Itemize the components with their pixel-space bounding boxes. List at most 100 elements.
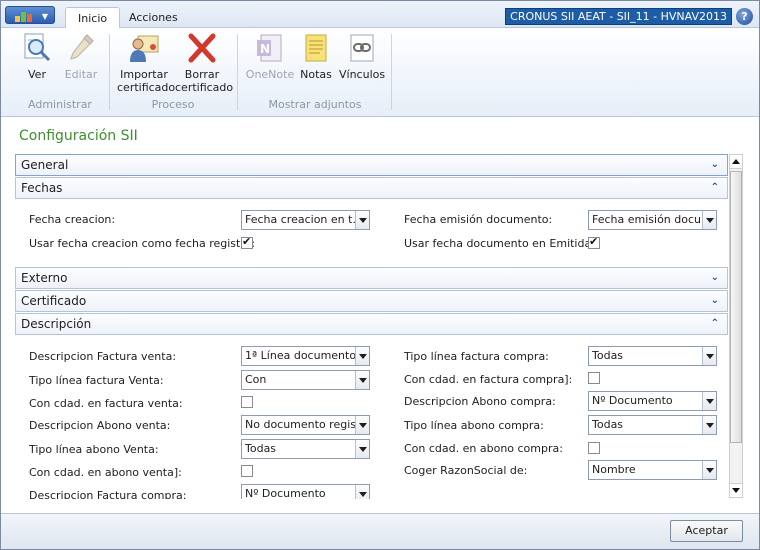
fecha-emision-label: Fecha emisión documento:	[404, 213, 553, 226]
dropdown-arrow-icon[interactable]	[702, 211, 716, 229]
fasttab-certificado[interactable]: Certificado ⌄	[15, 290, 728, 312]
descripcion-abono-venta-label: Descripcion Abono venta:	[29, 419, 171, 432]
descripcion-abono-compra-dropdown[interactable]: Nº Documento	[588, 391, 717, 411]
scroll-up-icon[interactable]	[730, 155, 742, 169]
dropdown-arrow-icon[interactable]	[702, 461, 716, 479]
configuracion-sii-window: ▼ Inicio Acciones CRONUS SII AEAT - SII_…	[0, 0, 760, 550]
notes-icon	[300, 32, 332, 64]
usar-fecha-documento-label: Usar fecha documento en Emitidas:	[404, 237, 601, 250]
descripcion-factura-venta-value: 1ª Línea documento	[245, 349, 357, 362]
links-icon	[346, 32, 378, 64]
usar-fecha-creacion-label: Usar fecha creacion como fecha registro:	[29, 237, 256, 250]
tipo-linea-factura-compra-value: Todas	[592, 349, 624, 362]
onenote-button[interactable]: N OneNote	[245, 32, 295, 81]
chevron-down-icon: ⌄	[710, 159, 719, 170]
con-cdad-abono-venta-label: Con cdad. en abono venta]:	[29, 466, 182, 479]
notas-button[interactable]: Notas	[299, 32, 333, 81]
chevron-down-icon: ▼	[41, 12, 48, 21]
importar-certificado-label: Importar certificado	[117, 68, 176, 94]
con-cdad-factura-venta-checkbox[interactable]	[241, 396, 253, 408]
page-title: Configuración SII	[19, 128, 138, 144]
editar-button[interactable]: Editar	[61, 32, 101, 81]
fasttab-descripcion[interactable]: Descripción ⌃	[15, 313, 728, 335]
chevron-down-icon: ⌄	[710, 295, 719, 306]
usar-fecha-creacion-checkbox[interactable]	[241, 235, 253, 249]
coger-razon-social-label: Coger RazonSocial de:	[404, 464, 528, 477]
fasttab-externo[interactable]: Externo ⌄	[15, 267, 728, 289]
descripcion-abono-compra-label: Descripcion Abono compra:	[404, 395, 556, 408]
scroll-down-icon[interactable]	[730, 483, 742, 497]
descripcion-abono-venta-dropdown[interactable]: No documento regis...	[241, 415, 370, 435]
tipo-linea-abono-compra-dropdown[interactable]: Todas	[588, 415, 717, 435]
borrar-certificado-button[interactable]: Borrar certificado	[175, 32, 233, 94]
scrollbar-thumb[interactable]	[730, 171, 742, 443]
fecha-emision-dropdown[interactable]: Fecha emisión docu...	[588, 210, 717, 230]
descripcion-factura-compra-label: Descripcion Factura compra:	[29, 489, 187, 499]
con-cdad-abono-compra-label: Con cdad. en abono compra:	[404, 442, 563, 455]
chevron-up-icon: ⌃	[710, 182, 719, 193]
fasttab-container: General ⌄ Fechas ⌃ Fecha creacion: Fecha…	[15, 153, 728, 499]
delete-x-icon	[186, 32, 218, 64]
chevron-down-icon: ⌄	[710, 272, 719, 283]
con-cdad-abono-compra-checkbox[interactable]	[588, 442, 600, 454]
accept-button[interactable]: Aceptar	[670, 520, 743, 542]
fasttab-externo-label: Externo	[21, 271, 68, 285]
tipo-linea-factura-venta-value: Con	[245, 373, 267, 386]
dropdown-arrow-icon[interactable]	[702, 347, 716, 365]
svg-text:N: N	[260, 42, 270, 56]
app-menu-button[interactable]: ▼	[5, 6, 55, 24]
import-certificate-icon	[128, 32, 160, 64]
importar-certificado-button[interactable]: Importar certificado	[117, 32, 175, 94]
tab-acciones[interactable]: Acciones	[117, 7, 190, 29]
dialog-footer: Aceptar	[1, 513, 759, 549]
dropdown-arrow-icon[interactable]	[702, 416, 716, 434]
group-label-proceso: Proceso	[151, 98, 195, 111]
con-cdad-factura-compra-label: Con cdad. en factura compra]:	[404, 373, 573, 386]
tab-inicio[interactable]: Inicio	[65, 7, 121, 29]
fasttab-fechas-label: Fechas	[21, 181, 63, 195]
dropdown-arrow-icon[interactable]	[355, 347, 369, 365]
fasttab-certificado-label: Certificado	[21, 294, 87, 308]
descripcion-abono-compra-value: Nº Documento	[592, 394, 673, 407]
ribbon: Ver Editar Administrar Importar certific…	[1, 28, 759, 117]
onenote-label: OneNote	[245, 68, 295, 81]
tipo-linea-abono-venta-label: Tipo línea abono Venta:	[29, 443, 159, 456]
group-label-mostrar-adjuntos: Mostrar adjuntos	[268, 98, 362, 111]
ver-button[interactable]: Ver	[19, 32, 55, 81]
ribbon-tabstrip: ▼ Inicio Acciones CRONUS SII AEAT - SII_…	[1, 1, 759, 29]
con-cdad-abono-venta-checkbox[interactable]	[241, 465, 253, 477]
notas-label: Notas	[300, 68, 332, 81]
dropdown-arrow-icon[interactable]	[355, 371, 369, 389]
tipo-linea-factura-venta-dropdown[interactable]: Con	[241, 370, 370, 390]
tipo-linea-abono-compra-label: Tipo línea abono compra:	[404, 419, 544, 432]
help-icon[interactable]: ?	[736, 8, 753, 25]
fecha-emision-value: Fecha emisión docu...	[592, 213, 712, 226]
usar-fecha-documento-checkbox[interactable]	[588, 235, 600, 249]
view-icon	[21, 32, 53, 64]
tipo-linea-factura-compra-dropdown[interactable]: Todas	[588, 346, 717, 366]
tipo-linea-abono-venta-dropdown[interactable]: Todas	[241, 439, 370, 459]
dropdown-arrow-icon[interactable]	[355, 485, 369, 499]
dropdown-arrow-icon[interactable]	[355, 440, 369, 458]
fasttab-fechas[interactable]: Fechas ⌃	[15, 177, 728, 199]
vertical-scrollbar[interactable]	[729, 154, 743, 498]
descripcion-factura-compra-dropdown[interactable]: Nº Documento	[241, 484, 370, 499]
coger-razon-social-dropdown[interactable]: Nombre	[588, 460, 717, 480]
fasttab-general[interactable]: General ⌄	[15, 154, 728, 176]
company-title: CRONUS SII AEAT - SII_11 - HVNAV2013	[505, 8, 732, 25]
tipo-linea-abono-venta-value: Todas	[245, 442, 277, 455]
con-cdad-factura-compra-checkbox[interactable]	[588, 372, 600, 384]
editar-label: Editar	[64, 68, 98, 81]
fecha-creacion-dropdown[interactable]: Fecha creacion en t...	[241, 210, 370, 230]
chart-bars-icon	[15, 10, 37, 22]
fasttab-descripcion-label: Descripción	[21, 317, 92, 331]
descripcion-factura-venta-dropdown[interactable]: 1ª Línea documento	[241, 346, 370, 366]
dropdown-arrow-icon[interactable]	[355, 416, 369, 434]
ribbon-divider	[109, 34, 110, 110]
descripcion-abono-venta-value: No documento regis...	[245, 418, 367, 431]
dropdown-arrow-icon[interactable]	[355, 211, 369, 229]
con-cdad-factura-venta-label: Con cdad. en factura venta:	[29, 397, 183, 410]
tipo-linea-factura-compra-label: Tipo línea factura compra:	[404, 350, 549, 363]
vinculos-button[interactable]: Vínculos	[339, 32, 385, 81]
dropdown-arrow-icon[interactable]	[702, 392, 716, 410]
